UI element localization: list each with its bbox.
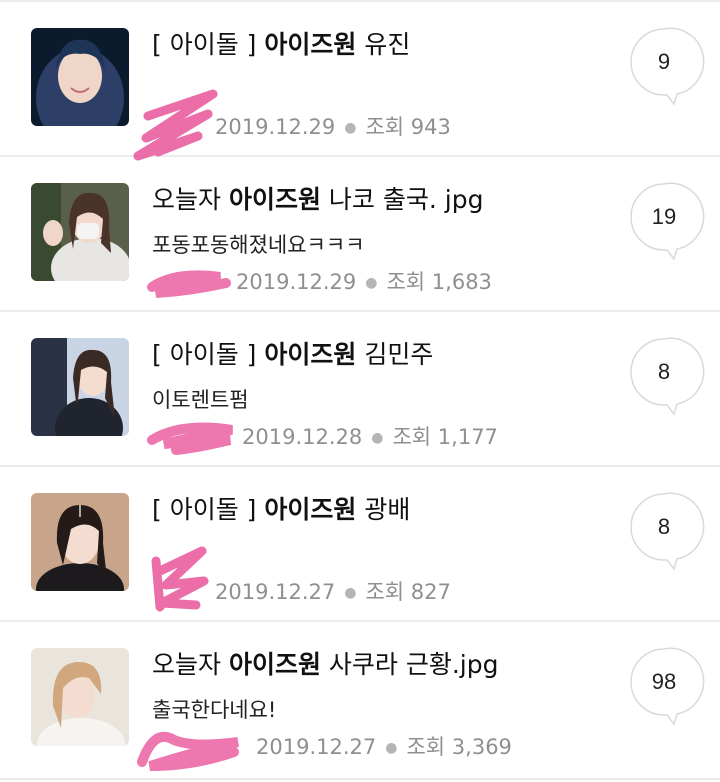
views-count: 1,177 — [437, 425, 498, 449]
post-preview: 출국한다네요! — [152, 698, 277, 722]
post-meta: 2019.12.27 ● 조회 3,369 — [256, 733, 512, 761]
views-label: 조회 — [365, 115, 405, 139]
post-list: [ 아이돌 ] 아이즈원 유진 2019.12.29 ● 조회 943 9 오늘… — [0, 0, 720, 782]
post-preview: 이토렌트펌 — [152, 388, 249, 412]
redaction-scribble — [147, 422, 233, 455]
post-meta: 2019.12.29 ● 조회 1,683 — [236, 268, 492, 296]
post-date: 2019.12.29 — [215, 115, 336, 139]
comment-count-bubble[interactable]: 19 — [630, 182, 705, 261]
post-item[interactable]: [ 아이돌 ] 아이즈원 김민주 이토렌트펌 2019.12.28 ● 조회 1,1… — [0, 312, 720, 467]
title-keyword: 아이즈원 — [228, 185, 321, 214]
post-date: 2019.12.27 — [215, 580, 336, 604]
redaction-scribble — [133, 89, 218, 161]
comment-count-bubble[interactable]: 8 — [630, 337, 705, 416]
comment-count: 8 — [657, 514, 671, 539]
meta-separator-dot: ● — [371, 430, 384, 446]
meta-separator-dot: ● — [344, 585, 357, 601]
post-item[interactable]: 오늘자 아이즈원 나코 출국. jpg 포동포동해졌네요ㅋㅋㅋ 2019.12.… — [0, 157, 720, 312]
comment-count: 9 — [657, 49, 671, 74]
title-suffix: 김민주 — [356, 340, 434, 369]
views-count: 943 — [410, 115, 451, 139]
redaction-scribble — [137, 731, 240, 771]
redaction-scribble — [151, 546, 209, 612]
thumbnail-image — [31, 493, 129, 591]
title-prefix: [ 아이돌 ] — [152, 30, 265, 59]
title-keyword: 아이즈원 — [264, 495, 357, 524]
thumbnail-image — [31, 338, 129, 436]
title-prefix: [ 아이돌 ] — [152, 340, 265, 369]
views-label: 조회 — [365, 580, 405, 604]
title-prefix: [ 아이돌 ] — [152, 495, 265, 524]
post-meta: 2019.12.28 ● 조회 1,177 — [242, 423, 498, 451]
comment-count-bubble[interactable]: 9 — [630, 27, 705, 106]
title-keyword: 아이즈원 — [264, 30, 357, 59]
post-title[interactable]: [ 아이돌 ] 아이즈원 유진 — [152, 28, 410, 62]
thumbnail-image — [31, 183, 129, 281]
thumbnail-image — [31, 28, 129, 126]
title-prefix: 오늘자 — [152, 650, 229, 679]
meta-separator-dot: ● — [365, 275, 378, 291]
title-suffix: 광배 — [356, 495, 411, 524]
thumbnail-image — [31, 648, 129, 746]
title-suffix: 사쿠라 근황.jpg — [320, 650, 499, 679]
meta-separator-dot: ● — [385, 740, 398, 756]
post-date: 2019.12.27 — [256, 735, 377, 759]
views-label: 조회 — [406, 735, 446, 759]
title-suffix: 나코 출국. jpg — [320, 185, 484, 214]
title-suffix: 유진 — [356, 30, 411, 59]
views-label: 조회 — [392, 425, 432, 449]
post-thumbnail[interactable] — [31, 648, 129, 746]
comment-count: 8 — [657, 359, 671, 384]
title-keyword: 아이즈원 — [264, 340, 357, 369]
post-title[interactable]: [ 아이돌 ] 아이즈원 김민주 — [152, 338, 433, 372]
post-title[interactable]: 오늘자 아이즈원 나코 출국. jpg — [152, 183, 483, 217]
views-count: 3,369 — [451, 735, 512, 759]
comment-count: 98 — [651, 669, 677, 694]
redaction-scribble — [147, 270, 231, 298]
post-title[interactable]: [ 아이돌 ] 아이즈원 광배 — [152, 493, 410, 527]
post-preview: 포동포동해졌네요ㅋㅋㅋ — [152, 233, 365, 257]
post-thumbnail[interactable] — [31, 493, 129, 591]
post-item[interactable]: [ 아이돌 ] 아이즈원 유진 2019.12.29 ● 조회 943 9 — [0, 2, 720, 161]
post-thumbnail[interactable] — [31, 338, 129, 436]
post-date: 2019.12.29 — [236, 270, 357, 294]
comment-count: 19 — [651, 204, 677, 229]
views-count: 827 — [410, 580, 451, 604]
post-item[interactable]: 오늘자 아이즈원 사쿠라 근황.jpg 출국한다네요! 2019.12.27 ● 조… — [0, 622, 720, 780]
post-thumbnail[interactable] — [31, 183, 129, 281]
post-meta: 2019.12.29 ● 조회 943 — [215, 113, 451, 141]
post-meta: 2019.12.27 ● 조회 827 — [215, 578, 451, 606]
post-title[interactable]: 오늘자 아이즈원 사쿠라 근황.jpg — [152, 648, 499, 682]
views-count: 1,683 — [431, 270, 492, 294]
title-prefix: 오늘자 — [152, 185, 229, 214]
views-label: 조회 — [386, 270, 426, 294]
meta-separator-dot: ● — [344, 120, 357, 136]
post-item[interactable]: [ 아이돌 ] 아이즈원 광배 2019.12.27 ● 조회 827 8 — [0, 467, 720, 622]
post-thumbnail[interactable] — [31, 28, 129, 126]
comment-count-bubble[interactable]: 8 — [630, 492, 705, 571]
post-date: 2019.12.28 — [242, 425, 363, 449]
title-keyword: 아이즈원 — [228, 650, 321, 679]
comment-count-bubble[interactable]: 98 — [630, 647, 705, 726]
